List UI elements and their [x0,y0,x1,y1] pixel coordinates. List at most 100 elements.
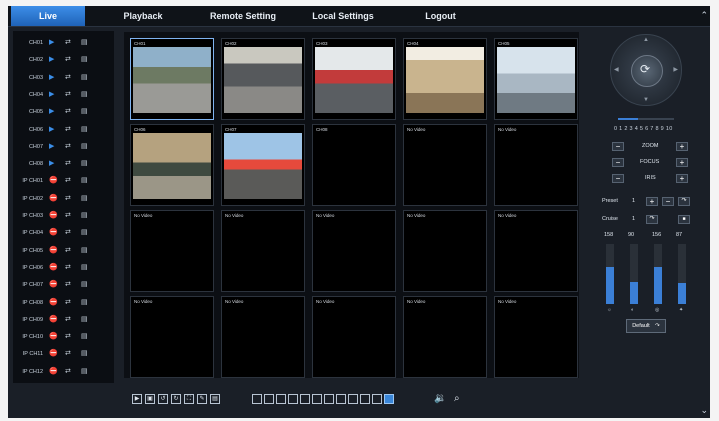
layout-split-icon[interactable] [348,394,358,404]
video-cell[interactable]: No Video [494,210,578,292]
record-icon[interactable]: ⇄ [65,247,71,254]
channel-row[interactable]: IP CH06 ⛔ ⇄ ▤ [13,260,114,277]
play-icon[interactable]: ▶ [132,394,142,404]
no-record-icon[interactable]: ⛔ [49,299,58,306]
expand-down-icon[interactable]: ⌄ [700,405,708,416]
cruise-start-icon[interactable]: ↷ [646,215,658,224]
rotate-left-icon[interactable]: ↺ [158,394,168,404]
cruise-value[interactable]: 1 [632,216,635,222]
auto-scan-button[interactable]: ⟳ [631,55,663,87]
fullscreen-icon[interactable]: ⛶ [184,394,194,404]
record-icon[interactable]: ⇄ [65,299,71,306]
tab-logout[interactable]: Logout [413,6,468,26]
video-cell[interactable]: CH01 [130,38,214,120]
snapshot-icon[interactable]: ▤ [81,229,88,236]
play-icon[interactable]: ▶ [49,160,54,167]
no-record-icon[interactable]: ⛔ [49,264,58,271]
layout-split-icon[interactable] [252,394,262,404]
no-record-icon[interactable]: ⛔ [49,177,58,184]
snapshot-icon[interactable]: ▤ [81,299,88,306]
video-cell[interactable]: No Video [221,296,305,378]
arrow-left-icon[interactable]: ◀ [614,66,619,73]
video-cell[interactable]: No Video [312,210,396,292]
search-icon[interactable]: ⌕ [454,393,460,404]
layout-split-icon[interactable] [312,394,322,404]
no-record-icon[interactable]: ⛔ [49,212,58,219]
snapshot-icon[interactable]: ▤ [81,264,88,271]
no-record-icon[interactable]: ⛔ [49,195,58,202]
channel-row[interactable]: CH01 ▶ ⇄ ▤ [13,35,114,52]
record-icon[interactable]: ⇄ [65,281,71,288]
video-cell[interactable]: No Video [312,296,396,378]
video-cell[interactable]: No Video [130,296,214,378]
iris-close-button[interactable]: − [612,174,624,183]
video-cell[interactable]: No Video [403,124,487,206]
tab-local-settings[interactable]: Local Settings [303,6,383,26]
zoom-in-button[interactable]: + [676,142,688,151]
channel-row[interactable]: CH07 ▶ ⇄ ▤ [13,139,114,156]
record-icon[interactable]: ⇄ [65,229,71,236]
snapshot-icon[interactable]: ▤ [81,74,88,81]
record-icon[interactable]: ⇄ [65,177,71,184]
record-icon[interactable]: ⇄ [65,56,71,63]
channel-row[interactable]: CH08 ▶ ⇄ ▤ [13,156,114,173]
no-record-icon[interactable]: ⛔ [49,316,58,323]
no-record-icon[interactable]: ⛔ [49,333,58,340]
collapse-up-icon[interactable]: ⌃ [700,10,708,21]
layout-split-icon[interactable] [288,394,298,404]
record-icon[interactable]: ⇄ [65,74,71,81]
snapshot-icon[interactable]: ▤ [81,316,88,323]
channel-row[interactable]: IP CH05 ⛔ ⇄ ▤ [13,243,114,260]
video-cell[interactable]: No Video [221,210,305,292]
channel-row[interactable]: IP CH02 ⛔ ⇄ ▤ [13,191,114,208]
play-icon[interactable]: ▶ [49,56,54,63]
channel-row[interactable]: IP CH08 ⛔ ⇄ ▤ [13,295,114,312]
snapshot-icon[interactable]: ▤ [81,281,88,288]
record-icon[interactable]: ⇄ [65,212,71,219]
arrow-right-icon[interactable]: ▶ [673,66,678,73]
snapshot-icon[interactable]: ▤ [81,160,88,167]
video-cell[interactable]: No Video [403,210,487,292]
image-slider[interactable] [606,244,614,304]
focus-out-button[interactable]: − [612,158,624,167]
iris-open-button[interactable]: + [676,174,688,183]
video-cell[interactable]: No Video [403,296,487,378]
snapshot-icon[interactable]: ▤ [81,91,88,98]
snapshot-icon[interactable]: ▤ [81,177,88,184]
snapshot-icon[interactable]: ▤ [81,350,88,357]
image-slider[interactable] [630,244,638,304]
video-cell[interactable]: CH08 [312,124,396,206]
default-button[interactable]: Default ↷ [626,319,666,333]
rotate-right-icon[interactable]: ↻ [171,394,181,404]
snapshot-icon[interactable]: ▤ [81,39,88,46]
video-cell[interactable]: No Video [494,296,578,378]
stop-icon[interactable]: ▣ [145,394,155,404]
channel-row[interactable]: IP CH04 ⛔ ⇄ ▤ [13,225,114,242]
no-record-icon[interactable]: ⛔ [49,350,58,357]
tab-remote-setting[interactable]: Remote Setting [203,6,283,26]
record-icon[interactable]: ⇄ [65,39,71,46]
record-icon[interactable]: ⇄ [65,160,71,167]
preset-add-button[interactable]: + [646,197,658,206]
layout-split-icon[interactable] [264,394,274,404]
video-cell[interactable]: CH03 [312,38,396,120]
no-record-icon[interactable]: ⛔ [49,229,58,236]
snapshot-icon[interactable]: ▤ [81,56,88,63]
record-icon[interactable]: ⇄ [65,350,71,357]
arrow-up-icon[interactable]: ▲ [643,37,649,43]
layout-split-icon[interactable] [384,394,394,404]
channel-row[interactable]: IP CH12 ⛔ ⇄ ▤ [13,364,114,381]
record-icon[interactable]: ⇄ [65,368,71,375]
cruise-stop-icon[interactable]: ■ [678,215,690,224]
record-icon[interactable]: ⇄ [65,333,71,340]
snapshot-icon[interactable]: ▤ [81,247,88,254]
preset-remove-button[interactable]: − [662,197,674,206]
record-icon[interactable]: ⇄ [65,264,71,271]
play-icon[interactable]: ▶ [49,39,54,46]
image-slider[interactable] [678,244,686,304]
video-cell[interactable]: No Video [494,124,578,206]
channel-row[interactable]: CH02 ▶ ⇄ ▤ [13,52,114,69]
video-cell[interactable]: CH07 [221,124,305,206]
record-icon[interactable]: ⇄ [65,195,71,202]
arrow-down-icon[interactable]: ▼ [643,97,649,103]
